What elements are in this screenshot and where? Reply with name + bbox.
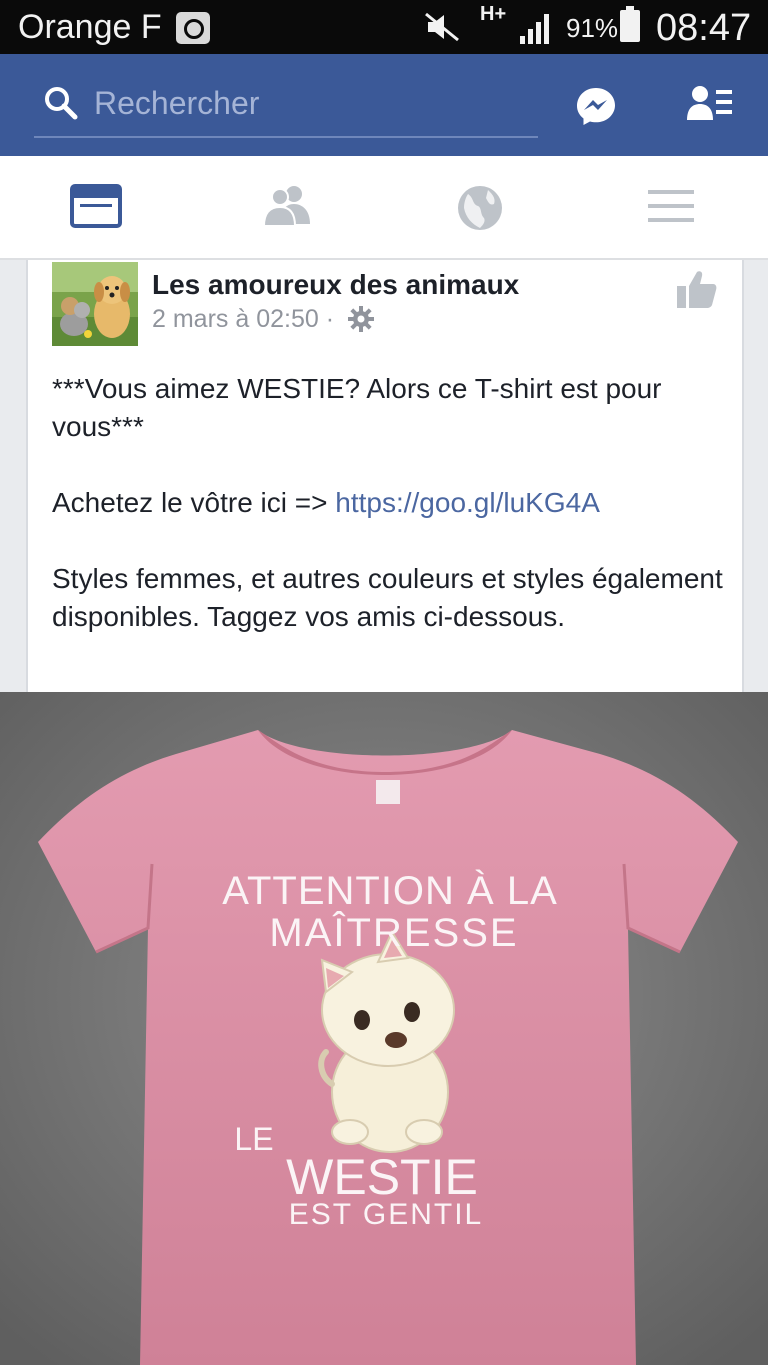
tab-menu[interactable]	[576, 156, 768, 258]
battery-icon	[620, 6, 640, 42]
clock: 08:47	[656, 7, 752, 49]
network-type: H+	[480, 3, 507, 25]
menu-icon	[648, 190, 694, 222]
like-thumb-icon[interactable]	[676, 268, 718, 310]
post-body: ***Vous aimez WESTIE? Alors ce T-shirt e…	[52, 370, 724, 636]
post-timestamp[interactable]: 2 mars à 02:50 ·	[152, 304, 334, 334]
page-avatar[interactable]	[52, 262, 138, 346]
post-link[interactable]: https://goo.gl/luKG4A	[335, 487, 600, 518]
tab-notifications[interactable]	[384, 156, 576, 258]
globe-icon	[458, 186, 502, 230]
friends-icon	[262, 186, 310, 227]
post-text-line: Styles femmes, et autres couleurs et sty…	[52, 563, 723, 632]
post-image[interactable]: ATTENTION À LA MAÎTRESSE LE WESTIE EST G…	[0, 692, 768, 1365]
shirt-line-3: LE	[234, 1121, 273, 1157]
meta-separator: ·	[325, 305, 335, 333]
signal-icon	[520, 14, 549, 44]
shirt-line-1: ATTENTION À LA	[222, 868, 558, 913]
shirt-line-4: WESTIE	[286, 1149, 478, 1205]
search-icon[interactable]	[44, 86, 78, 120]
page-name[interactable]: Les amoureux des animaux	[152, 268, 519, 302]
gear-icon	[348, 306, 374, 332]
post-text-line: Achetez le vôtre ici => https://goo.gl/l…	[52, 487, 600, 518]
top-header	[0, 54, 768, 156]
tab-news-feed[interactable]	[0, 156, 192, 258]
sync-icon	[176, 12, 210, 44]
post-card: Les amoureux des animaux 2 mars à 02:50 …	[26, 260, 744, 692]
mute-icon	[425, 12, 459, 42]
tab-bar	[0, 156, 768, 260]
shirt-line-2: MAÎTRESSE	[269, 910, 518, 955]
carrier-name: Orange F	[18, 8, 162, 46]
tab-friends[interactable]	[192, 156, 384, 258]
status-bar: Orange F H+ 91% 08:47	[0, 0, 768, 54]
messenger-icon[interactable]	[576, 86, 616, 126]
search-input[interactable]	[94, 80, 514, 126]
battery-percent: 91%	[566, 13, 619, 43]
friend-requests-icon[interactable]	[686, 84, 734, 122]
news-feed-icon	[70, 184, 122, 228]
search-underline	[34, 136, 538, 138]
shirt-line-5: EST GENTIL	[289, 1198, 484, 1231]
post-text-line: ***Vous aimez WESTIE? Alors ce T-shirt e…	[52, 373, 662, 442]
